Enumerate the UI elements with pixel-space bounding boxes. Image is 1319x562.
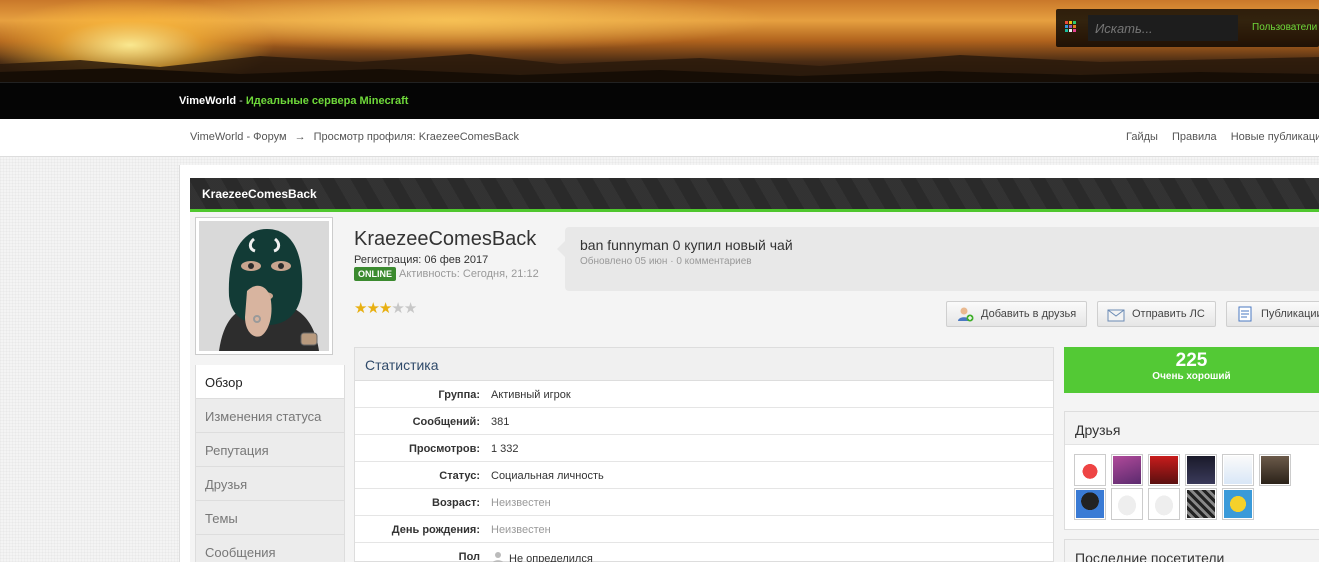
site-brand-bar: VimeWorld - Идеальные сервера Minecraft (0, 82, 1319, 119)
statistics-heading: Статистика (355, 348, 1053, 381)
stat-value: Социальная личность (491, 470, 604, 482)
username: KraezeeComesBack (354, 228, 537, 250)
nav-rules[interactable]: Правила (1172, 131, 1217, 143)
site-brand[interactable]: VimeWorld - Идеальные сервера Minecraft (179, 95, 408, 107)
apps-grid-icon[interactable] (1065, 21, 1077, 33)
profile-nav-reputation[interactable]: Репутация (195, 433, 345, 467)
friend-avatar[interactable] (1259, 454, 1291, 486)
friend-avatar[interactable] (1111, 488, 1143, 520)
search-box: Пользователи (1056, 9, 1319, 47)
send-message-button[interactable]: Отправить ЛС (1097, 301, 1216, 327)
reputation-label: Очень хороший (1152, 371, 1231, 382)
stat-key: Пол (458, 551, 480, 562)
send-message-label: Отправить ЛС (1132, 308, 1205, 320)
envelope-icon (1107, 309, 1125, 322)
rating-stars[interactable]: ★ ★ ★ ★ ★ (354, 300, 418, 317)
stat-row: Сообщений: 381 (355, 408, 1053, 435)
avatar[interactable] (195, 217, 333, 355)
star-filled-icon: ★ (378, 300, 393, 317)
add-friend-button[interactable]: Добавить в друзья (946, 301, 1087, 327)
stat-key: День рождения: (391, 524, 480, 536)
avatar-photo (199, 221, 329, 351)
friend-avatar[interactable] (1111, 454, 1143, 486)
friend-avatar[interactable] (1222, 488, 1254, 520)
star-filled-icon: ★ (366, 300, 380, 317)
gender-unknown-icon (492, 552, 504, 562)
brand-separator: - (236, 95, 246, 107)
stat-key: Сообщений: (412, 416, 480, 428)
activity-line: ONLINE Активность: Сегодня, 21:12 (354, 267, 539, 281)
gender-value: Не определился (509, 553, 593, 562)
site-tagline: Идеальные сервера Minecraft (245, 95, 409, 107)
header-banner: Пользователи (0, 0, 1319, 82)
publications-label: Публикации (1261, 308, 1319, 320)
friend-avatar[interactable] (1074, 454, 1106, 486)
add-friend-label: Добавить в друзья (981, 308, 1077, 320)
profile-title-bar: KraezeeComesBack (190, 178, 1319, 209)
breadcrumb: VimeWorld - Форум → Просмотр профиля: Krae… (190, 131, 519, 143)
users-link[interactable]: Пользователи (1252, 22, 1317, 33)
last-activity: Активность: Сегодня, 21:12 (399, 268, 539, 280)
reputation-value: 225 (1175, 350, 1208, 371)
friend-avatar[interactable] (1222, 454, 1254, 486)
stat-key: Просмотров: (408, 443, 480, 455)
profile-nav-overview[interactable]: Обзор (195, 365, 345, 399)
friends-heading: Друзья (1065, 412, 1319, 445)
stat-value: Не определился (491, 551, 593, 562)
profile-nav-posts[interactable]: Сообщения (195, 535, 345, 562)
nav-guides[interactable]: Гайды (1126, 131, 1158, 143)
status-update: ban funnyman 0 купил новый чай Обновлено… (557, 227, 1319, 291)
profile-title: KraezeeComesBack (202, 187, 317, 201)
star-empty-icon: ★ (391, 300, 405, 317)
top-nav: Гайды Правила Новые публикации (1126, 131, 1319, 143)
profile-nav-friends[interactable]: Друзья (195, 467, 345, 501)
site-brand-name: VimeWorld (179, 95, 237, 107)
stat-row: Возраст: Неизвестен (355, 489, 1053, 516)
publications-button[interactable]: Публикации (1226, 301, 1319, 327)
stat-key: Статус: (439, 470, 480, 482)
recent-visitors-panel: Последние посетители (1064, 539, 1319, 562)
recent-visitors-heading: Последние посетители (1065, 540, 1319, 562)
search-input[interactable] (1088, 15, 1238, 41)
stat-value: 1 332 (491, 443, 519, 455)
breadcrumb-arrow-icon: → (294, 131, 306, 143)
profile-nav-status-updates[interactable]: Изменения статуса (195, 399, 345, 433)
stat-row: Пол Не определился (355, 543, 1053, 562)
status-update-meta[interactable]: Обновлено 05 июн · 0 комментариев (580, 256, 752, 267)
status-update-text: ban funnyman 0 купил новый чай (580, 237, 793, 253)
registration-date: Регистрация: 06 фев 2017 (354, 254, 489, 266)
nav-new-posts[interactable]: Новые публикации (1231, 131, 1319, 143)
add-user-icon (958, 307, 974, 322)
stat-key: Группа: (438, 389, 480, 401)
stat-value: Неизвестен (491, 524, 551, 536)
stat-row: Статус: Социальная личность (355, 462, 1053, 489)
friend-avatar[interactable] (1074, 488, 1106, 520)
friend-avatar[interactable] (1148, 488, 1180, 520)
breadcrumb-home[interactable]: VimeWorld - Форум (190, 131, 287, 143)
statistics-panel: Статистика Группа: Активный игрок Сообщен… (354, 347, 1054, 562)
friend-avatar[interactable] (1185, 488, 1217, 520)
breadcrumb-current: Просмотр профиля: KraezeeComesBack (313, 131, 520, 143)
reputation-badge[interactable]: 225 Очень хороший (1064, 347, 1319, 393)
stat-key: Возраст: (432, 497, 480, 509)
online-badge: ONLINE (354, 267, 397, 281)
avatar-image (199, 221, 329, 351)
star-filled-icon: ★ (354, 300, 368, 317)
banner-landscape (0, 54, 1319, 82)
friend-avatar[interactable] (1148, 454, 1180, 486)
breadcrumb-bar: VimeWorld - Форум → Просмотр профиля: Krae… (0, 119, 1319, 157)
star-empty-icon: ★ (403, 300, 418, 317)
stat-value: Неизвестен (491, 497, 551, 509)
stat-value: Активный игрок (491, 389, 571, 401)
friend-avatar[interactable] (1185, 454, 1217, 486)
stat-row: День рождения: Неизвестен (355, 516, 1053, 543)
profile-nav-topics[interactable]: Темы (195, 501, 345, 535)
stat-row: Просмотров: 1 332 (355, 435, 1053, 462)
stat-value: 381 (491, 416, 510, 428)
document-icon (1238, 306, 1252, 322)
profile-nav: Обзор Изменения статуса Репутация Друзья… (195, 365, 345, 562)
stat-row: Группа: Активный игрок (355, 381, 1053, 408)
